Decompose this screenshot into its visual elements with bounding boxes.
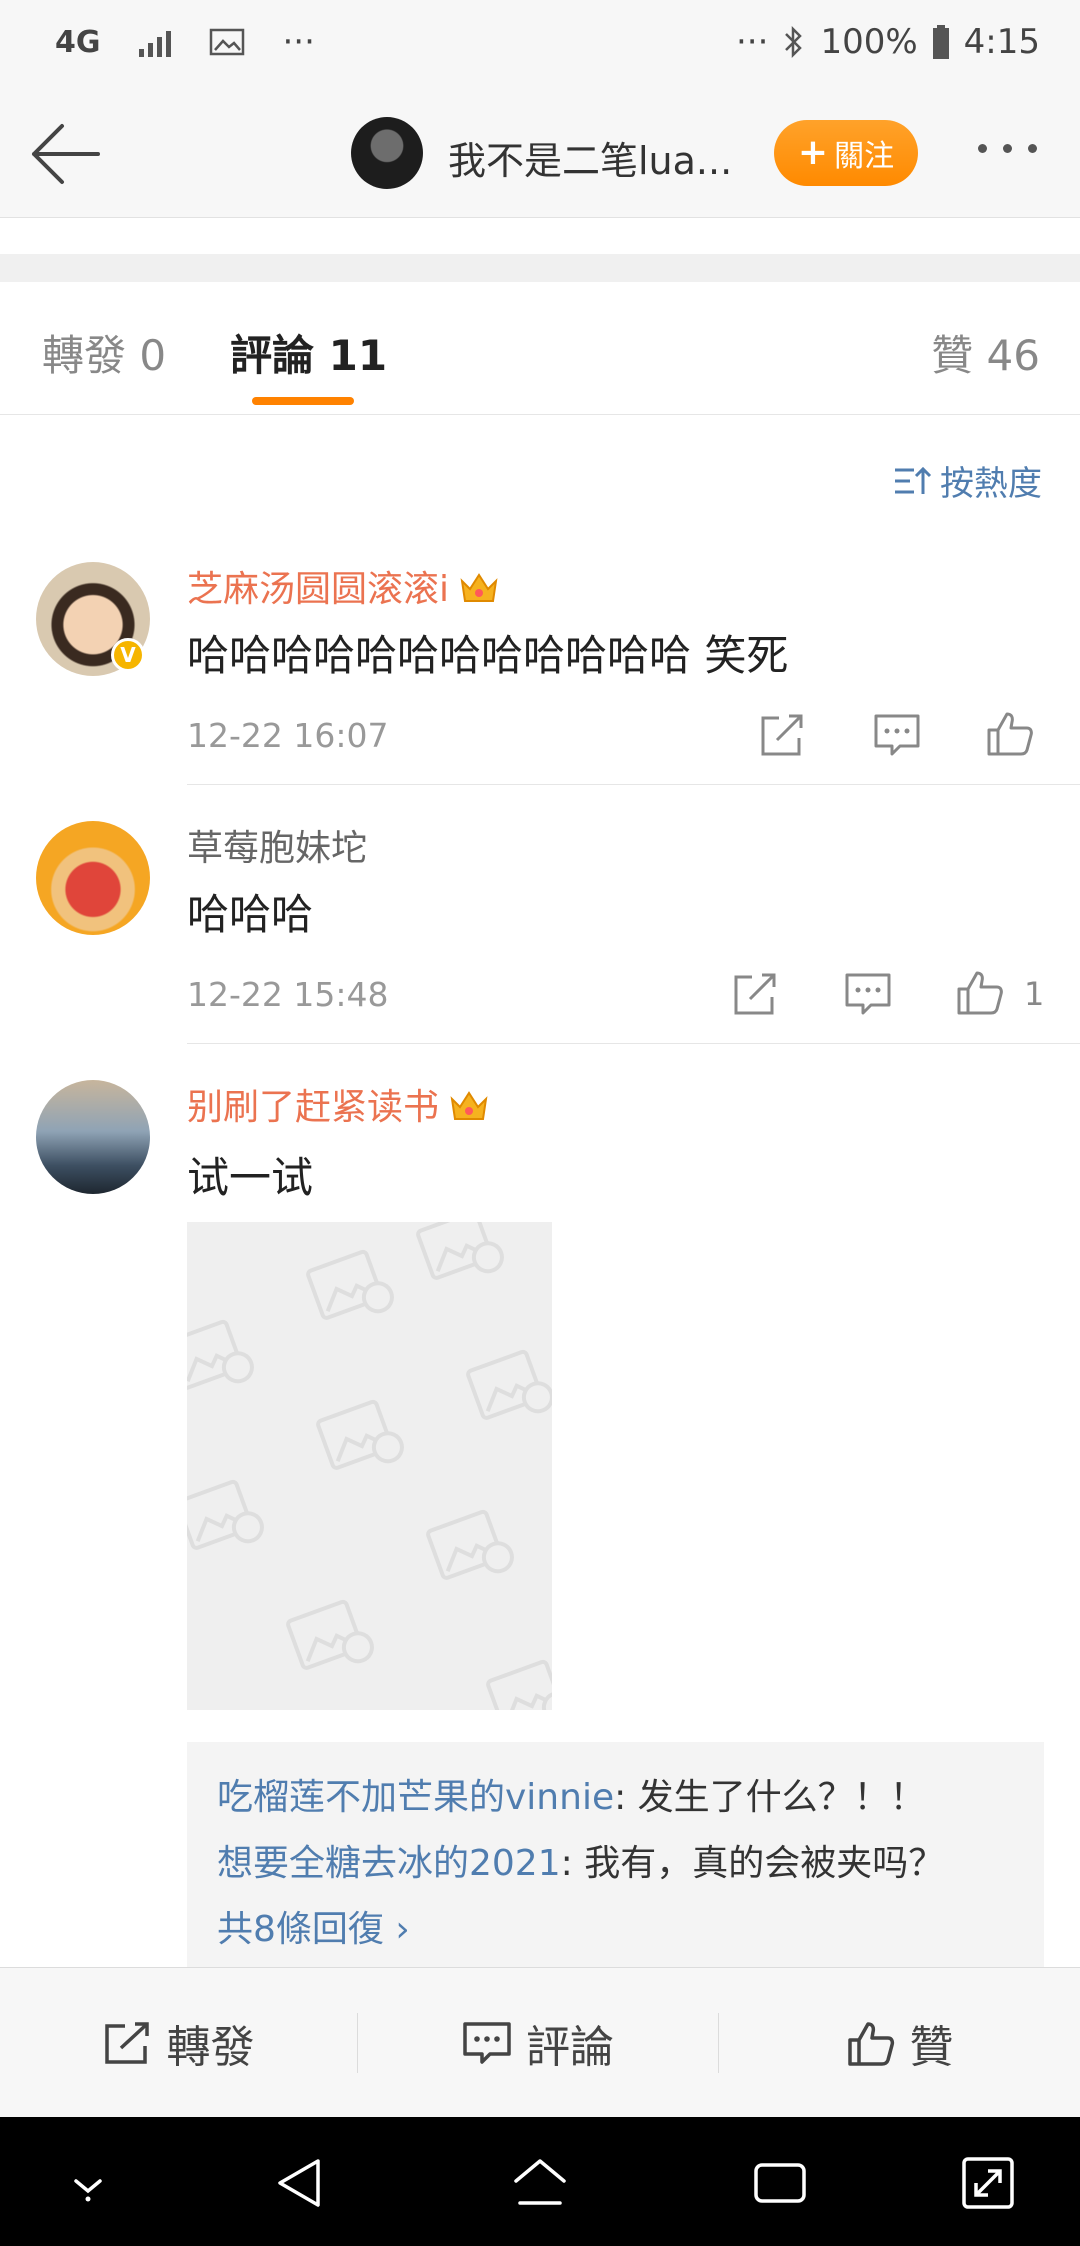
signal-icon — [138, 27, 171, 57]
more-options-icon[interactable] — [978, 144, 1037, 153]
comment-text: 哈哈哈 — [187, 890, 314, 939]
follow-label: 關注 — [834, 139, 895, 174]
reply-text: : 发生了什么？！！ — [614, 1777, 926, 1818]
active-tab-indicator — [252, 397, 354, 405]
comment-username[interactable]: 别刷了赶紧读书 — [187, 1078, 489, 1130]
comment-username[interactable]: 芝麻汤圆圆滚滚i — [187, 560, 499, 612]
tab-bar: 轉發 0 評論 11 贊 46 — [0, 282, 1080, 415]
reply-comment-icon[interactable] — [872, 710, 922, 760]
comment-label: 評論 — [526, 2022, 614, 2073]
like-icon[interactable] — [955, 967, 1005, 1017]
sort-icon — [895, 466, 932, 494]
nav-title[interactable]: 我不是二笔lua... — [448, 130, 732, 185]
sort-label: 按熱度 — [940, 464, 1042, 504]
comment-time: 12-22 16:07 — [187, 716, 389, 755]
tab-likes[interactable]: 贊 46 — [931, 322, 1040, 383]
comment-button[interactable]: 評論 — [358, 1968, 718, 2118]
crown-icon — [460, 573, 498, 602]
battery-percent: 100% — [820, 22, 918, 62]
recents-nav-icon[interactable] — [752, 2155, 808, 2211]
network-indicator: 4G — [55, 24, 101, 60]
tab-comments[interactable]: 評論 11 — [230, 322, 387, 383]
status-bar: 4G ··· ··· 100% 4:15 — [0, 0, 1080, 90]
bottom-action-bar: 轉發 評論 贊 — [0, 1967, 1080, 2117]
reply-item: 吃榴莲不加芒果的vinnie: 发生了什么？！！ — [217, 1768, 1014, 1834]
battery-icon — [932, 25, 949, 59]
reply-text: : 我有，真的会被夹吗？ — [560, 1843, 945, 1884]
comment-text: 试一试 — [187, 1153, 314, 1202]
comment-time: 12-22 15:48 — [187, 975, 389, 1014]
image-notification-icon — [209, 28, 244, 56]
like-button[interactable]: 贊 — [719, 1968, 1080, 2118]
reply-username[interactable]: 想要全糖去冰的2021 — [217, 1843, 561, 1884]
view-all-replies-link[interactable]: 共8條回復 › — [217, 1900, 1014, 1966]
follow-button[interactable]: + 關注 — [774, 120, 918, 186]
reply-comment-icon[interactable] — [843, 969, 893, 1019]
section-divider — [0, 254, 1080, 282]
repost-button[interactable]: 轉發 — [0, 1968, 357, 2118]
reply-username[interactable]: 吃榴莲不加芒果的vinnie — [217, 1777, 614, 1818]
plus-icon: + — [797, 132, 829, 173]
back-arrow-icon[interactable] — [28, 118, 104, 190]
share-icon[interactable] — [757, 710, 807, 760]
avatar[interactable] — [36, 1080, 150, 1194]
thumbs-up-icon — [847, 2022, 894, 2066]
tab-repost[interactable]: 轉發 0 — [42, 322, 166, 383]
home-nav-icon[interactable] — [512, 2155, 568, 2211]
status-more-left: ··· — [282, 22, 315, 62]
comment-divider — [187, 1043, 1080, 1044]
replies-preview[interactable]: 吃榴莲不加芒果的vinnie: 发生了什么？！！ 想要全糖去冰的2021: 我有… — [187, 1742, 1044, 1967]
comment-image-placeholder[interactable] — [187, 1222, 552, 1710]
image-placeholder-icon — [187, 1222, 552, 1710]
like-icon[interactable] — [985, 708, 1035, 758]
reply-item: 想要全糖去冰的2021: 我有，真的会被夹吗？ — [217, 1834, 1014, 1900]
crown-icon — [450, 1091, 488, 1120]
repost-label: 轉發 — [166, 2022, 255, 2073]
back-nav-icon[interactable] — [272, 2155, 328, 2211]
clock: 4:15 — [963, 22, 1040, 62]
like-label: 贊 — [909, 2022, 954, 2073]
share-icon[interactable] — [730, 969, 780, 1019]
hide-keyboard-icon[interactable] — [60, 2155, 116, 2211]
sort-by-hot-button[interactable]: 按熱度 — [892, 456, 1042, 505]
comment-username[interactable]: 草莓胞妹坨 — [187, 819, 367, 871]
repost-icon — [104, 2022, 149, 2064]
rotate-screen-icon[interactable] — [960, 2155, 1016, 2211]
author-avatar[interactable] — [351, 117, 423, 189]
verified-badge-icon: V — [111, 638, 145, 672]
avatar[interactable] — [36, 821, 150, 935]
comment-icon — [463, 2022, 511, 2064]
nav-bar: 我不是二笔lua... + 關注 — [0, 90, 1080, 218]
like-count: 1 — [1024, 975, 1045, 1013]
comment-divider — [187, 784, 1080, 785]
status-more-right: ··· — [736, 22, 769, 62]
bluetooth-icon — [785, 25, 803, 59]
comment-text: 哈哈哈哈哈哈哈哈哈哈哈哈 笑死 — [187, 631, 789, 680]
system-navigation-bar — [0, 2117, 1080, 2246]
